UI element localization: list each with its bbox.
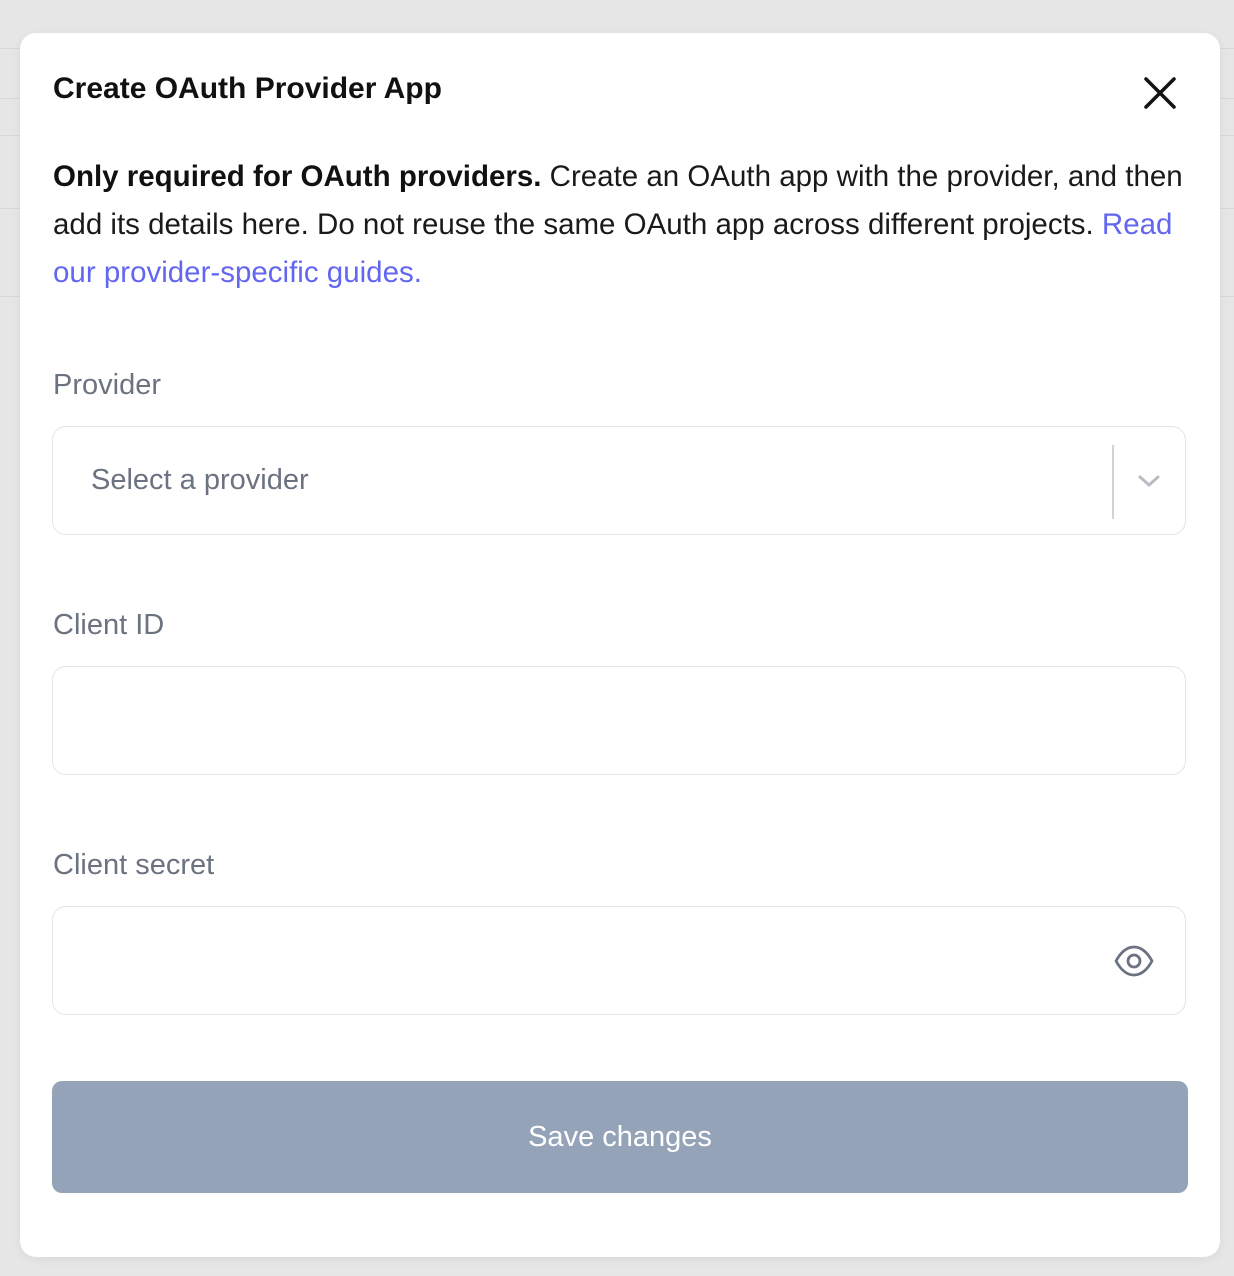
create-oauth-app-dialog: Create OAuth Provider App Only required … bbox=[20, 33, 1220, 1257]
close-icon bbox=[1144, 77, 1176, 109]
dialog-title: Create OAuth Provider App bbox=[53, 72, 442, 105]
save-changes-button[interactable]: Save changes bbox=[52, 1081, 1188, 1193]
provider-label: Provider bbox=[53, 369, 161, 401]
close-button[interactable] bbox=[1138, 71, 1182, 115]
select-divider bbox=[1112, 445, 1114, 519]
provider-select-placeholder: Select a provider bbox=[91, 464, 309, 496]
provider-select[interactable]: Select a provider bbox=[52, 426, 1186, 535]
chevron-down-icon[interactable] bbox=[1135, 469, 1163, 493]
eye-icon[interactable] bbox=[1113, 943, 1155, 979]
client-id-label: Client ID bbox=[53, 609, 165, 641]
dialog-description: Only required for OAuth providers. Creat… bbox=[53, 153, 1193, 297]
client-id-field[interactable] bbox=[52, 666, 1186, 775]
client-secret-label: Client secret bbox=[53, 849, 215, 881]
client-secret-field[interactable] bbox=[52, 906, 1186, 1015]
description-emphasis: Only required for OAuth providers. bbox=[53, 160, 542, 193]
